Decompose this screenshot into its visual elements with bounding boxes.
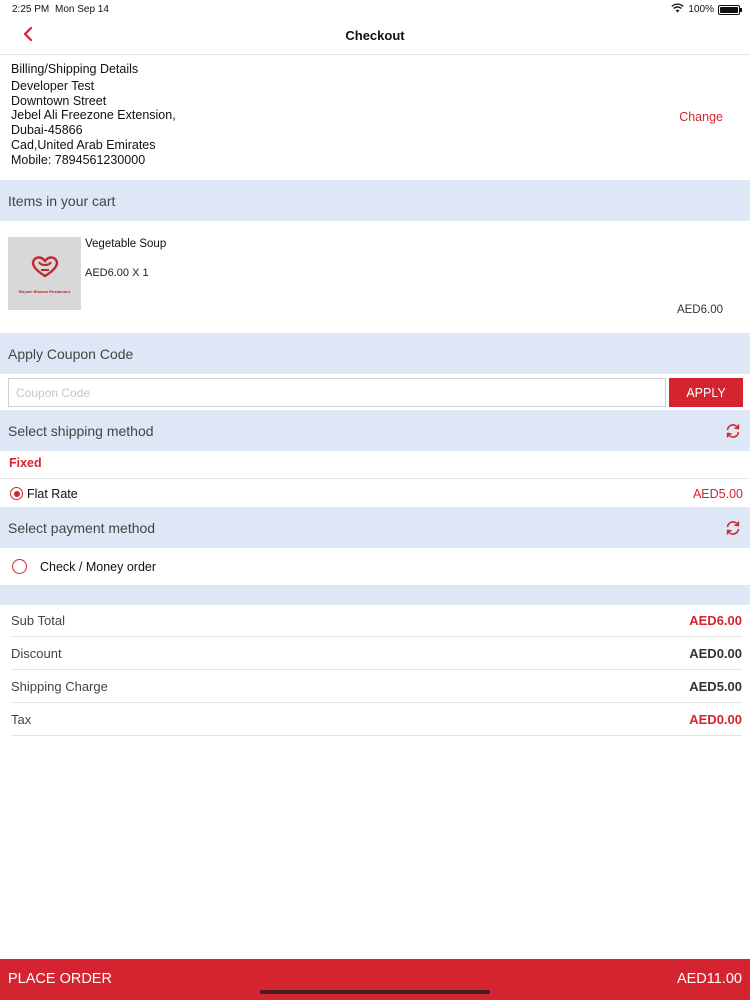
status-date: Mon Sep 14 <box>55 4 109 15</box>
radio-selected-icon[interactable] <box>10 487 23 500</box>
payment-header-label: Select payment method <box>8 519 156 536</box>
nav-bar: Checkout <box>0 18 750 55</box>
battery-percent: 100% <box>688 4 714 15</box>
payment-option-check-money-order[interactable]: Check / Money order <box>0 552 750 580</box>
product-name: Vegetable Soup <box>85 238 167 250</box>
battery-icon <box>718 4 742 15</box>
payment-section-header: Select payment method <box>0 507 750 548</box>
summary-row-tax: Tax AED0.00 <box>11 703 742 736</box>
billing-line: Dubai-45866 <box>11 123 83 138</box>
apply-coupon-button[interactable]: APPLY <box>669 378 743 407</box>
billing-line: Mobile: 7894561230000 <box>11 152 146 167</box>
billing-line: Downtown Street <box>11 93 107 108</box>
radio-unselected-icon[interactable] <box>12 559 27 574</box>
summary-value: AED0.00 <box>689 712 742 727</box>
cart-item: Biryani Bhavan Restaurant Vegetable Soup… <box>8 237 743 317</box>
refresh-shipping-icon[interactable] <box>724 422 742 440</box>
status-bar: 2:25 PM Mon Sep 14 100% <box>0 0 750 18</box>
shipping-section-header: Select shipping method <box>0 410 750 451</box>
summary-row-subtotal: Sub Total AED6.00 <box>11 604 742 637</box>
coupon-header-label: Apply Coupon Code <box>8 345 134 362</box>
summary-label: Shipping Charge <box>11 679 108 694</box>
status-right: 100% <box>671 3 742 16</box>
summary-label: Sub Total <box>11 613 65 628</box>
coupon-code-input[interactable] <box>8 378 666 407</box>
summary-label: Tax <box>11 712 32 727</box>
summary-value: AED0.00 <box>689 646 742 661</box>
shipping-group-label: Fixed <box>9 456 42 470</box>
billing-heading: Billing/Shipping Details <box>11 62 139 76</box>
product-line-total: AED6.00 <box>676 304 723 316</box>
billing-details: Billing/Shipping Details Developer Test … <box>11 62 711 168</box>
restaurant-logo-icon <box>29 254 61 285</box>
summary-row-discount: Discount AED0.00 <box>11 637 742 670</box>
payment-option-label: Check / Money order <box>40 560 157 574</box>
cart-header-label: Items in your cart <box>8 192 116 209</box>
billing-line: Cad,United Arab Emirates <box>11 137 156 152</box>
divider <box>0 478 750 479</box>
product-thumbnail: Biryani Bhavan Restaurant <box>8 237 81 310</box>
place-order-label: PLACE ORDER <box>8 971 112 987</box>
shipping-option-price: AED5.00 <box>692 487 743 501</box>
status-time: 2:25 PM <box>12 4 50 15</box>
order-total: AED11.00 <box>676 971 742 987</box>
coupon-row: APPLY <box>8 378 743 407</box>
billing-line: Jebel Ali Freezone Extension, <box>11 108 176 123</box>
summary-value: AED6.00 <box>689 613 742 628</box>
product-price-qty: AED6.00 X 1 <box>85 267 149 279</box>
home-indicator <box>260 990 490 994</box>
section-separator <box>0 585 750 605</box>
cart-section-header: Items in your cart <box>0 180 750 221</box>
summary-row-shipping: Shipping Charge AED5.00 <box>11 670 742 703</box>
summary-value: AED5.00 <box>689 679 742 694</box>
billing-line: Developer Test <box>11 78 95 93</box>
restaurant-logo-text: Biryani Bhavan Restaurant <box>18 288 71 294</box>
summary-label: Discount <box>11 646 62 661</box>
change-address-link[interactable]: Change <box>679 110 723 124</box>
page-title: Checkout <box>345 28 405 43</box>
wifi-icon <box>671 3 685 16</box>
refresh-payment-icon[interactable] <box>724 519 742 537</box>
shipping-option-flat-rate[interactable]: Flat Rate AED5.00 <box>0 480 750 508</box>
shipping-option-label: Flat Rate <box>27 487 78 501</box>
coupon-section-header: Apply Coupon Code <box>0 333 750 374</box>
shipping-header-label: Select shipping method <box>8 422 154 439</box>
